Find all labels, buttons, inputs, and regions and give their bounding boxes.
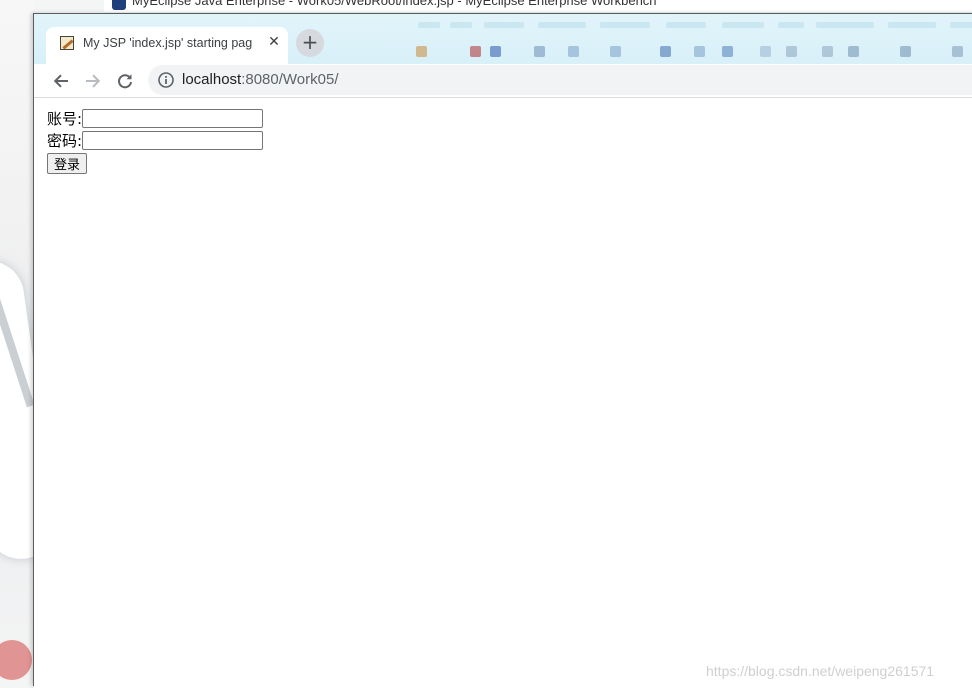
wallpaper-shape — [0, 256, 34, 564]
browser-window: My JSP 'index.jsp' starting pag ✕ + loca… — [33, 13, 972, 688]
arrow-left-icon — [53, 74, 68, 88]
reload-icon — [118, 74, 132, 89]
watermark: https://blog.csdn.net/weipeng261571 — [706, 663, 935, 679]
myeclipse-logo-icon — [112, 0, 126, 10]
forward-button[interactable] — [79, 67, 107, 95]
reload-button[interactable] — [111, 67, 139, 95]
username-label: 账号: — [47, 109, 83, 128]
login-form: 账号: 密码: 登录 — [47, 107, 264, 174]
navigation-bar: localhost:8080/Work05/ — [34, 64, 972, 98]
password-input[interactable] — [82, 130, 264, 150]
login-button[interactable]: 登录 — [47, 153, 88, 174]
ide-window-titlebar: MyEclipse Java Enterprise - Work05/WebRo… — [104, 0, 972, 12]
back-button[interactable] — [47, 67, 75, 95]
username-input[interactable] — [82, 108, 264, 128]
url-text[interactable]: localhost:8080/Work05/ — [182, 71, 338, 88]
tab-title: My JSP 'index.jsp' starting pag — [83, 36, 253, 50]
url-path: :8080/Work05/ — [241, 71, 339, 88]
tab-active[interactable]: My JSP 'index.jsp' starting pag ✕ — [46, 27, 288, 64]
arrow-right-icon — [86, 74, 101, 88]
wallpaper-shape — [0, 640, 32, 680]
password-row: 密码: — [47, 129, 264, 151]
ide-window-title: MyEclipse Java Enterprise - Work05/WebRo… — [132, 0, 657, 8]
username-row: 账号: — [47, 107, 264, 129]
tab-strip: My JSP 'index.jsp' starting pag ✕ + — [34, 14, 972, 64]
new-tab-button[interactable]: + — [296, 29, 324, 57]
ide-toolbar-behind — [404, 14, 972, 62]
info-icon[interactable] — [157, 71, 175, 89]
desktop-wallpaper — [0, 0, 34, 680]
close-icon[interactable]: ✕ — [266, 33, 282, 51]
url-host: localhost — [182, 71, 242, 88]
password-label: 密码: — [47, 131, 83, 150]
page-favicon-icon — [60, 36, 74, 50]
address-bar[interactable]: localhost:8080/Work05/ — [148, 65, 972, 95]
page-content: 账号: 密码: 登录 https://blog.csdn.net/weipeng… — [34, 98, 972, 688]
